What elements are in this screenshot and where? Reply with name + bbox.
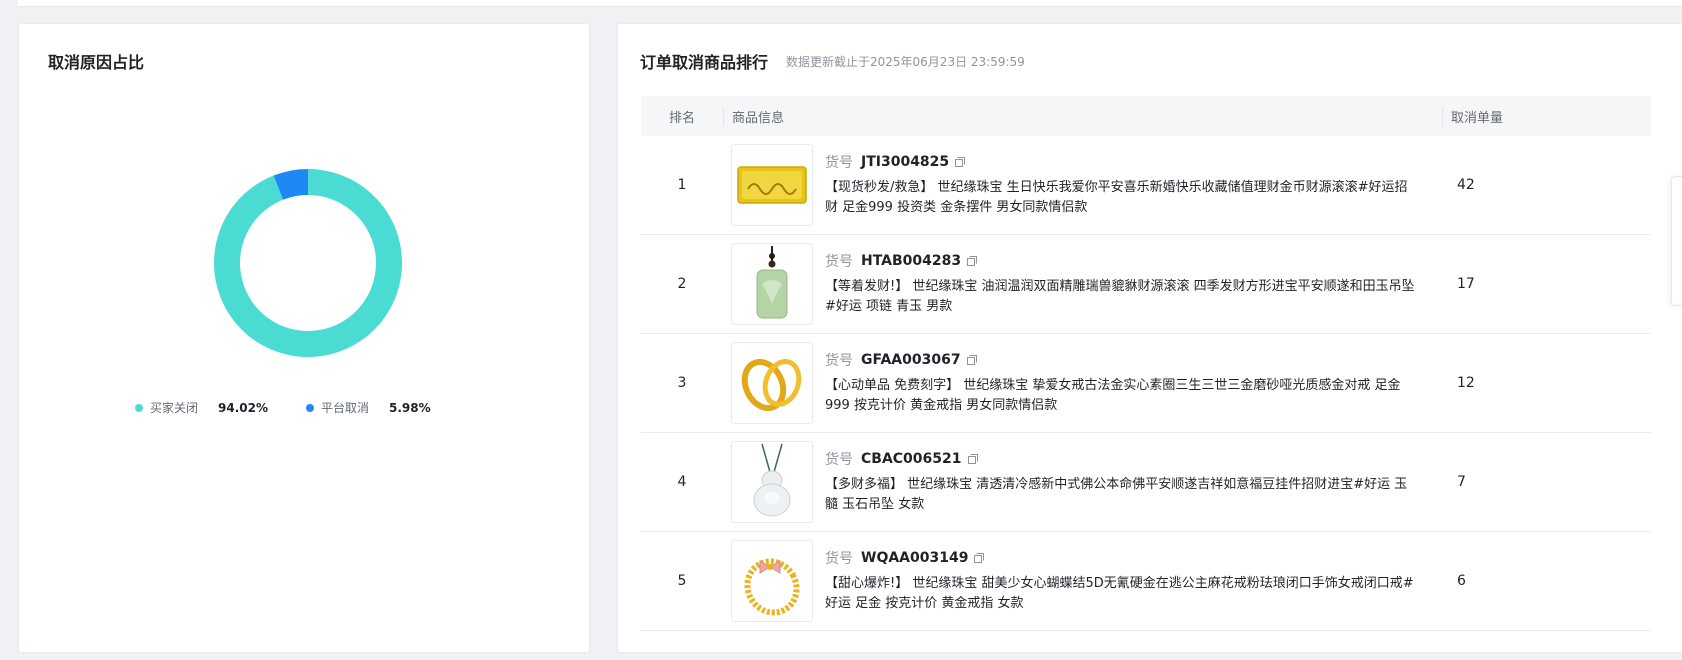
product-info-cell: 货号 HTAB004283 【等着发财!】 世纪缘珠宝 油润温润双面精雕瑞兽貔貅… — [723, 243, 1441, 325]
legend-item-platform-cancel[interactable]: 平台取消 5.98% — [306, 399, 431, 416]
gold-rings-thumbnail[interactable] — [731, 342, 813, 424]
sku-label: 货号 — [825, 452, 853, 468]
donut-chart — [203, 158, 413, 368]
product-title[interactable]: 【心动单品 免费刻字】 世纪缘珠宝 挚爱女戒古法金实心素圈三生三世三金磨砂哑光质… — [825, 376, 1417, 416]
legend-item-buyer-close[interactable]: 买家关闭 94.02% — [135, 399, 268, 416]
rank-cell: 1 — [677, 177, 687, 193]
product-info-cell: 货号 JTI3004825 【现货秒发/救急】 世纪缘珠宝 生日快乐我爱你平安喜… — [723, 144, 1441, 226]
table-row: 3 货号 GFAA003067 【心动单品 免费刻字】 世纪缘珠宝 挚爱女戒古法… — [641, 334, 1651, 433]
sku-label: 货号 — [825, 353, 853, 369]
product-info-text: 货号 CBAC006521 【多财多福】 世纪缘珠宝 清透清冷感新中式佛公本命佛… — [825, 449, 1417, 515]
product-info-text: 货号 JTI3004825 【现货秒发/救急】 世纪缘珠宝 生日快乐我爱你平安喜… — [825, 152, 1417, 218]
product-info-cell: 货号 CBAC006521 【多财多福】 世纪缘珠宝 清透清冷感新中式佛公本命佛… — [723, 441, 1441, 523]
product-title[interactable]: 【甜心爆炸!】 世纪缘珠宝 甜美少女心蝴蝶结5D无氰硬金在逃公主麻花戒粉珐琅闭口… — [825, 574, 1417, 614]
sku-label: 货号 — [825, 551, 853, 567]
copy-icon[interactable] — [966, 255, 978, 267]
rank-cell: 2 — [677, 276, 687, 292]
table-row: 1 货号 JTI3004825 【现货秒发/救急】 世纪缘珠宝 生日快乐我爱你平… — [641, 136, 1651, 235]
legend-dot-platform-cancel — [306, 403, 314, 412]
product-info-cell: 货号 WQAA003149 【甜心爆炸!】 世纪缘珠宝 甜美少女心蝴蝶结5D无氰… — [723, 540, 1441, 622]
top-panel-edge — [18, 0, 1682, 7]
cancel-ranking-card: 订单取消商品排行 数据更新截止于2025年06月23日 23:59:59 排名 … — [617, 23, 1682, 653]
rank-cell: 5 — [677, 573, 687, 589]
cancel-count-cell: 42 — [1457, 177, 1475, 193]
sku-code: JTI3004825 — [861, 154, 950, 170]
table-header: 排名 商品信息 取消单量 — [641, 96, 1651, 136]
product-info-text: 货号 HTAB004283 【等着发财!】 世纪缘珠宝 油润温润双面精雕瑞兽貔貅… — [825, 251, 1417, 317]
donut-svg — [214, 169, 402, 357]
copy-icon[interactable] — [973, 552, 985, 564]
ranking-title: 订单取消商品排行 — [640, 53, 769, 72]
product-title[interactable]: 【现货秒发/救急】 世纪缘珠宝 生日快乐我爱你平安喜乐新婚快乐收藏储值理财金币财… — [825, 178, 1417, 218]
gold-bar-thumbnail[interactable] — [731, 144, 813, 226]
table-row: 5 货号 WQAA003149 【甜心爆炸!】 世纪缘珠宝 甜美少女心蝴蝶结5D… — [641, 532, 1651, 631]
sku-code: WQAA003149 — [861, 550, 969, 566]
product-title[interactable]: 【多财多福】 世纪缘珠宝 清透清冷感新中式佛公本命佛平安顺遂吉祥如意福豆挂件招财… — [825, 475, 1417, 515]
sku-line: 货号 CBAC006521 — [825, 449, 1417, 469]
sku-line: 货号 GFAA003067 — [825, 350, 1417, 370]
cancel-reason-card: 取消原因占比 买家关闭 94.02% 平台取消 5.98% — [18, 23, 590, 653]
copy-icon[interactable] — [954, 156, 966, 168]
sku-line: 货号 JTI3004825 — [825, 152, 1417, 172]
rank-cell: 3 — [677, 375, 687, 391]
cancel-reason-title: 取消原因占比 — [48, 53, 145, 72]
legend-value: 94.02% — [218, 400, 268, 415]
sku-label: 货号 — [825, 155, 853, 171]
bow-ring-thumbnail[interactable] — [731, 540, 813, 622]
column-header-product-info: 商品信息 — [723, 106, 1442, 126]
product-info-cell: 货号 GFAA003067 【心动单品 免费刻字】 世纪缘珠宝 挚爱女戒古法金实… — [723, 342, 1441, 424]
legend-label: 买家关闭 — [150, 401, 199, 415]
copy-icon[interactable] — [967, 453, 979, 465]
sku-label: 货号 — [825, 254, 853, 270]
data-update-note: 数据更新截止于2025年06月23日 23:59:59 — [786, 55, 1025, 69]
chart-legend: 买家关闭 94.02% 平台取消 5.98% — [135, 399, 469, 416]
sku-line: 货号 WQAA003149 — [825, 548, 1417, 568]
legend-value: 5.98% — [389, 400, 431, 415]
sku-line: 货号 HTAB004283 — [825, 251, 1417, 271]
sku-code: CBAC006521 — [861, 451, 962, 467]
slice-buyer-close[interactable] — [214, 169, 402, 357]
buddha-pendant-thumbnail[interactable] — [731, 441, 813, 523]
floating-side-tab[interactable] — [1671, 176, 1682, 306]
rank-cell: 4 — [677, 474, 687, 490]
sku-code: GFAA003067 — [861, 352, 961, 368]
column-header-rank: 排名 — [668, 110, 695, 126]
product-info-text: 货号 GFAA003067 【心动单品 免费刻字】 世纪缘珠宝 挚爱女戒古法金实… — [825, 350, 1417, 416]
column-header-cancel-count: 取消单量 — [1442, 106, 1503, 126]
cancel-count-cell: 6 — [1457, 573, 1466, 589]
ranking-table: 排名 商品信息 取消单量 1 货号 JTI3004825 【现货秒发/救急】 世… — [641, 96, 1651, 631]
cancel-count-cell: 12 — [1457, 375, 1475, 391]
jade-pendant-thumbnail[interactable] — [731, 243, 813, 325]
table-row: 2 货号 HTAB004283 【等着发财!】 世纪缘珠宝 油润温润双面精雕瑞兽… — [641, 235, 1651, 334]
product-info-text: 货号 WQAA003149 【甜心爆炸!】 世纪缘珠宝 甜美少女心蝴蝶结5D无氰… — [825, 548, 1417, 614]
copy-icon[interactable] — [966, 354, 978, 366]
legend-dot-buyer-close — [135, 403, 143, 412]
legend-label: 平台取消 — [321, 401, 370, 415]
cancel-count-cell: 7 — [1457, 474, 1466, 490]
product-title[interactable]: 【等着发财!】 世纪缘珠宝 油润温润双面精雕瑞兽貔貅财源滚滚 四季发财方形进宝平… — [825, 277, 1417, 317]
cancel-count-cell: 17 — [1457, 276, 1475, 292]
table-row: 4 货号 CBAC006521 【多财多福】 世纪缘珠宝 清透清冷感新中式佛公本… — [641, 433, 1651, 532]
sku-code: HTAB004283 — [861, 253, 962, 269]
